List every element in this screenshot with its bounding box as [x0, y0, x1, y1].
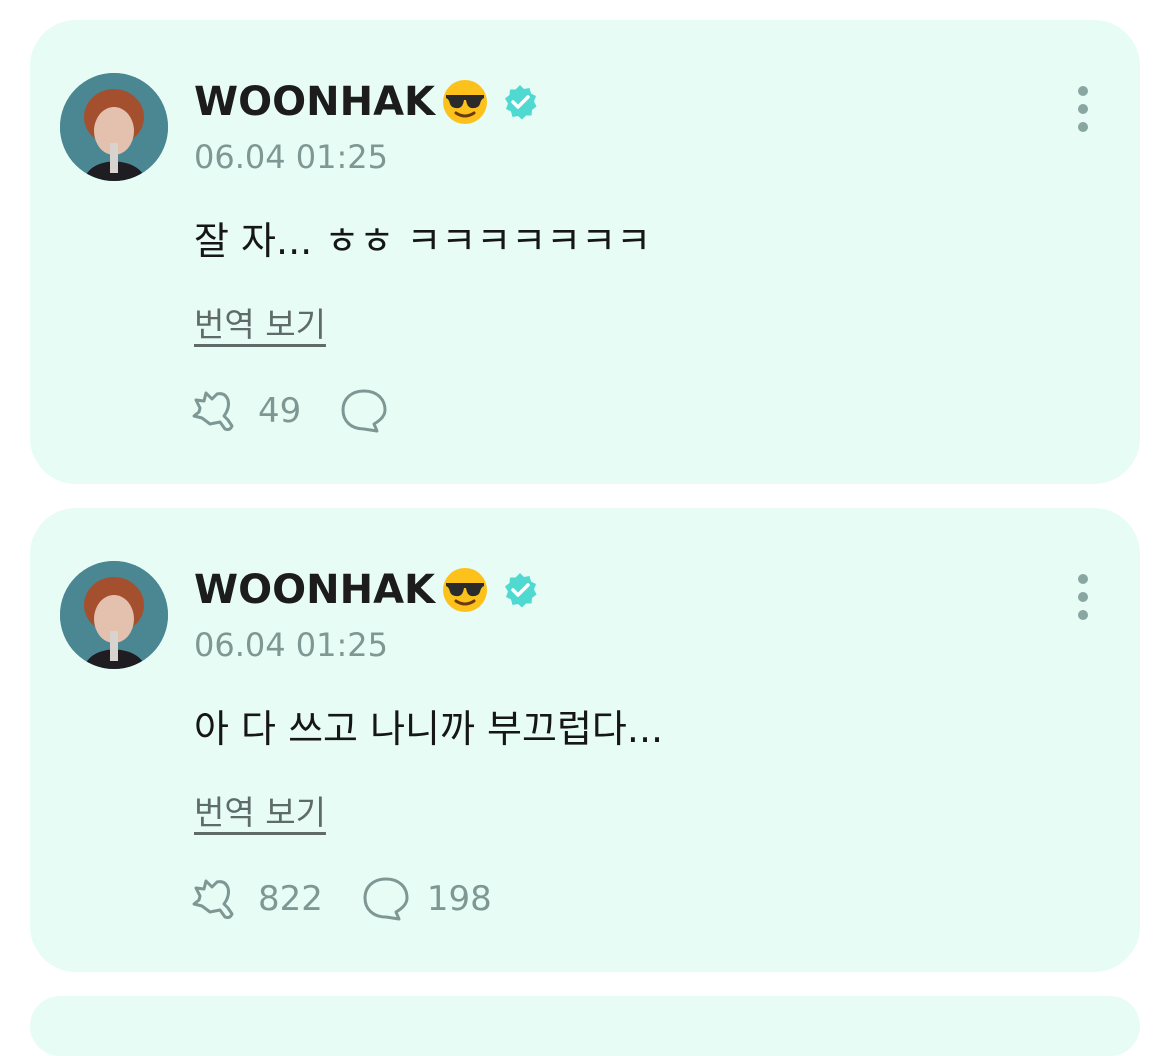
comment-button[interactable] — [337, 386, 441, 436]
comment-count: 198 — [426, 879, 492, 919]
sunglasses-emoji-icon — [443, 80, 488, 124]
post-text: 잘 자... ㅎㅎ ㅋㅋㅋㅋㅋㅋㅋ — [194, 219, 652, 263]
author-label: WOONHAK — [194, 567, 436, 613]
author-name[interactable]: WOONHAK — [194, 78, 539, 126]
post-card-partial[interactable] — [30, 996, 1140, 1056]
comment-bubble-icon — [363, 877, 409, 921]
post-timestamp: 06.04 01:25 — [194, 626, 388, 664]
like-button[interactable]: 49 — [190, 386, 337, 436]
verified-badge-icon — [505, 573, 537, 608]
post-card[interactable]: WOONHAK 06.04 01:25 잘 자... ㅎㅎ ㅋㅋㅋㅋㅋㅋㅋ 번역… — [30, 20, 1140, 484]
translate-link[interactable]: 번역 보기 — [194, 786, 326, 834]
post-card[interactable]: WOONHAK 06.04 01:25 아 다 쓰고 나니까 부끄럽다... 번… — [30, 508, 1140, 972]
more-options-icon[interactable] — [1062, 574, 1102, 630]
comment-bubble-icon — [341, 389, 387, 433]
author-name[interactable]: WOONHAK — [194, 566, 539, 614]
like-button[interactable]: 822 — [190, 874, 359, 924]
more-options-icon[interactable] — [1062, 86, 1102, 142]
avatar[interactable] — [60, 73, 168, 181]
like-count: 49 — [258, 391, 302, 431]
post-text: 아 다 쓰고 나니까 부끄럽다... — [194, 707, 664, 751]
comment-button[interactable]: 198 — [359, 874, 528, 924]
sunglasses-emoji-icon — [443, 568, 488, 612]
verified-badge-icon — [505, 85, 537, 120]
like-count: 822 — [258, 879, 323, 919]
translate-link[interactable]: 번역 보기 — [194, 298, 326, 346]
heart-reaction-icon — [192, 391, 234, 432]
avatar[interactable] — [60, 561, 168, 669]
post-timestamp: 06.04 01:25 — [194, 138, 388, 176]
author-label: WOONHAK — [194, 79, 436, 125]
post-stats: 49 — [190, 386, 441, 436]
heart-reaction-icon — [192, 879, 234, 920]
post-stats: 822 198 — [190, 874, 528, 924]
